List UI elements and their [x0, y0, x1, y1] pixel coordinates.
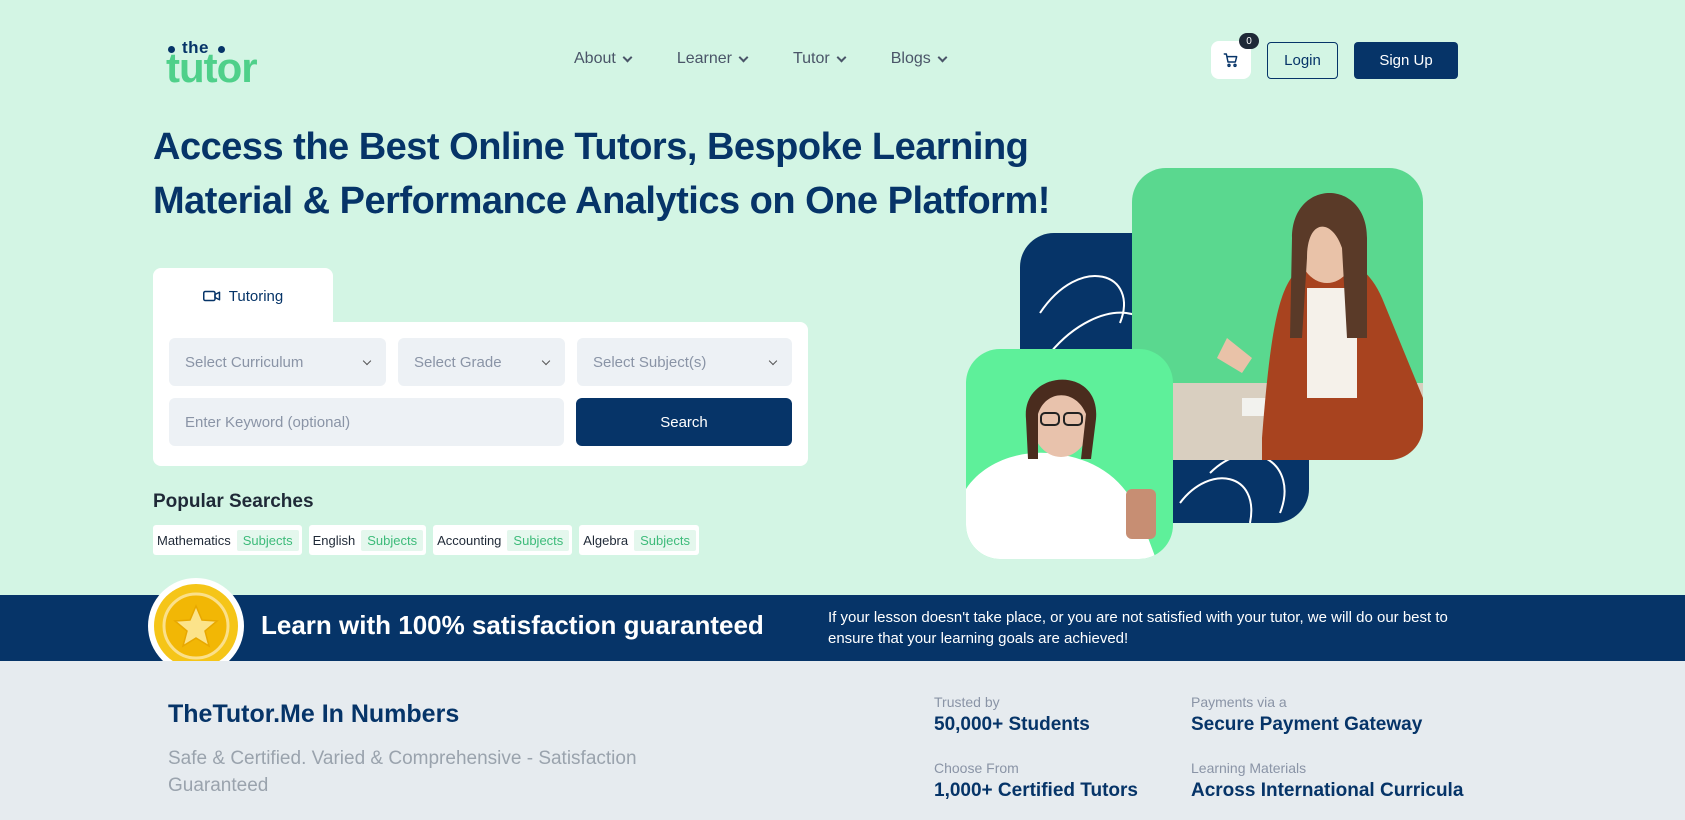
tab-label: Tutoring — [228, 287, 284, 305]
stat-tutors: Choose From 1,000+ Certified Tutors — [934, 760, 1138, 802]
chip-name: Accounting — [437, 532, 502, 548]
video-camera-icon — [202, 290, 220, 302]
search-button[interactable]: Search — [576, 398, 792, 446]
cart-button[interactable]: 0 — [1211, 33, 1259, 79]
popular-searches-list: Mathematics Subjects English Subjects Ac… — [153, 525, 699, 555]
stat-label: Payments via a — [1191, 694, 1287, 710]
subjects-select-value: Select Subject(s) — [593, 353, 707, 371]
stat-label: Learning Materials — [1191, 760, 1307, 776]
popular-chip-english[interactable]: English Subjects — [308, 525, 427, 555]
chip-tag: Subjects — [507, 529, 570, 551]
tab-tutoring[interactable]: Tutoring — [153, 268, 333, 324]
popular-chip-accounting[interactable]: Accounting Subjects — [433, 525, 573, 555]
student-photo-graphic — [966, 379, 1156, 559]
curriculum-select-value: Select Curriculum — [185, 353, 304, 371]
nav-label: Tutor — [792, 50, 830, 67]
student-photo — [966, 349, 1173, 559]
grade-select[interactable]: Select Grade — [398, 338, 565, 386]
popular-searches-title: Popular Searches — [153, 491, 314, 512]
chevron-down-icon — [738, 52, 749, 62]
popular-chip-mathematics[interactable]: Mathematics Subjects — [153, 525, 302, 555]
stat-value: Secure Payment Gateway — [1191, 714, 1423, 735]
guarantee-text: If your lesson doesn't take place, or yo… — [828, 609, 1448, 647]
curriculum-select[interactable]: Select Curriculum — [169, 338, 386, 386]
stat-value: Across International Curricula — [1191, 780, 1464, 801]
main-nav: About Learner Tutor Blogs — [574, 50, 948, 68]
nav-label: About — [574, 50, 616, 67]
stat-students: Trusted by 50,000+ Students — [934, 694, 1090, 736]
logo-tutor-text: tutor — [166, 44, 258, 91]
chevron-down-icon — [768, 356, 778, 365]
search-panel: Select Curriculum Select Grade Select Su… — [153, 322, 808, 466]
signup-button[interactable]: Sign Up — [1354, 42, 1458, 79]
nav-item-blogs[interactable]: Blogs — [890, 50, 948, 68]
subjects-select[interactable]: Select Subject(s) — [577, 338, 792, 386]
cart-icon — [1223, 53, 1238, 68]
popular-chip-algebra[interactable]: Algebra Subjects — [579, 525, 699, 555]
nav-item-about[interactable]: About — [574, 50, 633, 68]
grade-select-value: Select Grade — [414, 353, 502, 371]
nav-item-tutor[interactable]: Tutor — [792, 50, 847, 68]
chip-tag: Subjects — [634, 529, 696, 551]
numbers-subtitle: Safe & Certified. Varied & Comprehensive… — [168, 748, 637, 796]
keyword-input[interactable] — [169, 398, 564, 446]
stat-value: 1,000+ Certified Tutors — [934, 780, 1138, 801]
chip-name: English — [312, 532, 356, 548]
login-button[interactable]: Login — [1267, 42, 1338, 79]
numbers-title: TheTutor.Me In Numbers — [168, 700, 460, 728]
stat-value: 50,000+ Students — [934, 714, 1090, 735]
tutor-photo-graphic — [1132, 193, 1423, 460]
stat-label: Trusted by — [934, 694, 1000, 710]
chevron-down-icon — [362, 356, 372, 365]
chevron-down-icon — [622, 52, 633, 62]
stat-payments: Payments via a Secure Payment Gateway — [1191, 694, 1422, 736]
stat-materials: Learning Materials Across International … — [1191, 760, 1463, 802]
nav-label: Learner — [676, 50, 732, 67]
chip-tag: Subjects — [236, 529, 299, 551]
cart-count-badge: 0 — [1239, 33, 1259, 49]
chip-tag: Subjects — [361, 529, 424, 551]
guarantee-title: Learn with 100% satisfaction guaranteed — [261, 610, 764, 640]
nav-label: Blogs — [890, 50, 931, 67]
nav-item-learner[interactable]: Learner — [676, 50, 749, 68]
chip-name: Algebra — [583, 532, 629, 548]
stat-label: Choose From — [934, 760, 1019, 776]
tutor-photo — [1132, 168, 1423, 460]
chevron-down-icon — [937, 52, 948, 62]
chevron-down-icon — [836, 52, 847, 62]
chip-name: Mathematics — [157, 532, 231, 548]
chevron-down-icon — [541, 356, 551, 365]
site-logo[interactable]: the tutor — [166, 38, 276, 90]
hero-title: Access the Best Online Tutors, Bespoke L… — [153, 126, 1050, 222]
